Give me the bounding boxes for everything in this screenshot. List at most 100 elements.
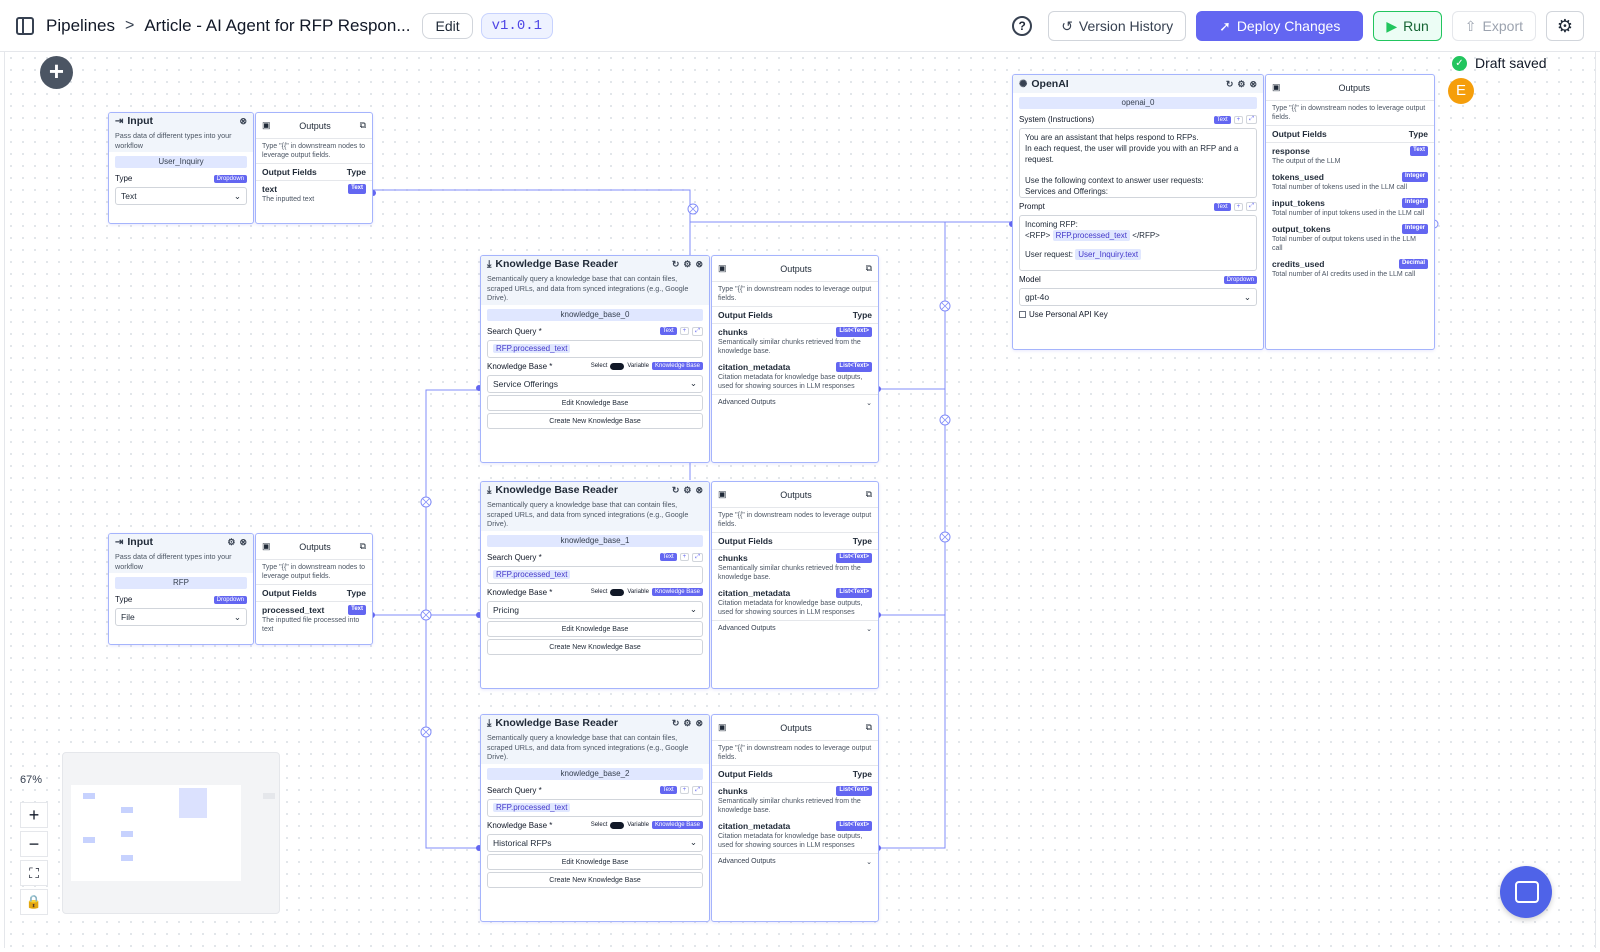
- external-link-icon[interactable]: ⧉: [866, 489, 872, 500]
- search-query-input[interactable]: RFP.processed_text: [487, 339, 703, 358]
- plus-icon[interactable]: +: [1233, 202, 1244, 211]
- advanced-outputs-toggle[interactable]: Advanced Outputs ⌄: [712, 853, 878, 870]
- select-variable-toggle[interactable]: [610, 362, 625, 370]
- node-id[interactable]: openai_0: [1019, 97, 1257, 109]
- expand-icon[interactable]: ⤢: [1246, 115, 1257, 124]
- system-instructions-input[interactable]: You are an assistant that helps respond …: [1019, 128, 1257, 198]
- openai-node[interactable]: ✺ OpenAI ↻ ⚙ ⊗ openai_0 System (Instructions…: [1012, 74, 1264, 350]
- refresh-icon[interactable]: ↻: [672, 718, 680, 729]
- close-icon[interactable]: ⊗: [239, 116, 247, 127]
- output-field-response: response Text The output of the LLM: [1266, 143, 1434, 169]
- panel-icon: ▣: [1272, 82, 1281, 92]
- close-icon[interactable]: ⊗: [239, 537, 247, 548]
- knowledge-base-select[interactable]: Pricing ⌄: [487, 600, 703, 619]
- lock-icon[interactable]: 🔒: [20, 889, 48, 915]
- settings-gear-icon[interactable]: ⚙: [1546, 11, 1584, 41]
- knowledge-base-reader-node[interactable]: ⤓ Knowledge Base Reader ↻ ⚙ ⊗ Semantically q…: [480, 481, 710, 689]
- gear-icon[interactable]: ⚙: [683, 485, 691, 496]
- gear-icon[interactable]: ⚙: [227, 537, 235, 548]
- history-icon: ↺: [1061, 17, 1073, 34]
- add-node-button[interactable]: +: [40, 56, 73, 89]
- advanced-outputs-toggle[interactable]: Advanced Outputs ⌄: [712, 620, 878, 637]
- download-icon: ⤓: [487, 717, 492, 729]
- gear-icon[interactable]: ⚙: [683, 259, 691, 270]
- edit-name-button[interactable]: Edit: [422, 12, 473, 39]
- search-query-input[interactable]: RFP.processed_text: [487, 798, 703, 817]
- breadcrumb-separator: >: [125, 16, 135, 34]
- external-link-icon[interactable]: ⧉: [360, 541, 366, 552]
- openai-icon: ✺: [1019, 78, 1028, 90]
- run-button[interactable]: ▶ Run: [1373, 11, 1442, 41]
- refresh-icon[interactable]: ↻: [672, 485, 680, 496]
- prompt-input[interactable]: Incoming RFP: <RFP> RFP.processed_text <…: [1019, 215, 1257, 271]
- chat-support-icon[interactable]: [1500, 866, 1552, 918]
- kb-outputs-panel: ▣ Outputs ⧉ Type "{{" in downstream nodes …: [711, 481, 879, 689]
- node-id[interactable]: knowledge_base_0: [487, 308, 703, 321]
- plus-icon[interactable]: +: [679, 786, 690, 794]
- close-icon[interactable]: ⊗: [695, 718, 703, 729]
- zoom-level: 67%: [20, 774, 43, 786]
- breadcrumb-pipelines[interactable]: Pipelines: [46, 16, 115, 36]
- select-variable-toggle[interactable]: [610, 588, 625, 596]
- expand-icon[interactable]: ⤢: [1246, 202, 1257, 211]
- external-link-icon[interactable]: ⧉: [866, 263, 872, 274]
- close-icon[interactable]: ⊗: [695, 485, 703, 496]
- expand-icon[interactable]: ⤢: [692, 326, 703, 336]
- minimap-node: [263, 793, 275, 799]
- create-knowledge-base-button[interactable]: Create New Knowledge Base: [487, 871, 703, 888]
- edit-knowledge-base-button[interactable]: Edit Knowledge Base: [487, 394, 703, 411]
- edit-knowledge-base-button[interactable]: Edit Knowledge Base: [487, 620, 703, 637]
- knowledge-base-reader-node[interactable]: ⤓ Knowledge Base Reader ↻ ⚙ ⊗ Semantically q…: [480, 714, 710, 922]
- node-id[interactable]: knowledge_base_2: [487, 767, 703, 780]
- chevron-down-icon: ⌄: [1243, 291, 1251, 302]
- chevron-down-icon: ⌄: [689, 378, 697, 388]
- plus-icon[interactable]: +: [679, 327, 690, 335]
- close-icon[interactable]: ⊗: [1249, 79, 1257, 90]
- outputs-panel-rfp: ▣ Outputs ⧉ Type "{{" in downstream nodes …: [255, 533, 373, 645]
- chevron-down-icon: ⌄: [866, 400, 872, 407]
- node-id[interactable]: User_Inquiry: [115, 156, 247, 168]
- output-field-tokens-used: tokens_used Integer Total number of tokens…: [1266, 169, 1434, 195]
- gear-icon[interactable]: ⚙: [1237, 79, 1245, 90]
- close-icon[interactable]: ⊗: [695, 259, 703, 270]
- help-icon[interactable]: ?: [1012, 16, 1033, 36]
- panel-icon: ▣: [718, 722, 727, 732]
- refresh-icon[interactable]: ↻: [1226, 79, 1234, 90]
- advanced-outputs-toggle[interactable]: Advanced Outputs ⌄: [712, 394, 878, 411]
- type-select[interactable]: File ⌄: [115, 608, 247, 626]
- create-knowledge-base-button[interactable]: Create New Knowledge Base: [487, 412, 703, 429]
- type-select[interactable]: Text ⌄: [115, 187, 247, 205]
- zoom-in-button[interactable]: +: [20, 802, 48, 828]
- create-knowledge-base-button[interactable]: Create New Knowledge Base: [487, 638, 703, 655]
- node-id[interactable]: RFP: [115, 577, 247, 589]
- zoom-out-button[interactable]: −: [20, 831, 48, 857]
- gear-icon[interactable]: ⚙: [683, 718, 691, 729]
- minimap[interactable]: [62, 752, 280, 914]
- plus-icon[interactable]: +: [679, 553, 690, 561]
- personal-key-checkbox[interactable]: [1019, 311, 1026, 318]
- node-id[interactable]: knowledge_base_1: [487, 534, 703, 547]
- minimap-node: [179, 788, 207, 818]
- deploy-changes-button[interactable]: ➚ Deploy Changes: [1196, 11, 1364, 41]
- version-history-button[interactable]: ↺ Version History: [1048, 11, 1187, 41]
- input-node-user-inquiry[interactable]: ⇥ Input ⊗ Pass data of different types int…: [108, 112, 254, 224]
- fit-view-icon[interactable]: ⛶: [20, 860, 48, 886]
- knowledge-base-select[interactable]: Service Offerings ⌄: [487, 374, 703, 393]
- input-node-rfp[interactable]: ⇥ Input ⚙ ⊗ Pass data of different types in…: [108, 533, 254, 645]
- sidebar-toggle-icon[interactable]: [16, 16, 34, 35]
- select-variable-toggle[interactable]: [610, 821, 625, 829]
- expand-icon[interactable]: ⤢: [692, 552, 703, 562]
- avatar[interactable]: E: [1448, 78, 1474, 104]
- expand-icon[interactable]: ⤢: [692, 785, 703, 795]
- export-button[interactable]: ⇧ Export: [1451, 11, 1536, 41]
- search-query-input[interactable]: RFP.processed_text: [487, 565, 703, 584]
- edit-knowledge-base-button[interactable]: Edit Knowledge Base: [487, 853, 703, 870]
- version-badge[interactable]: v1.0.1: [480, 12, 554, 39]
- model-select[interactable]: gpt-4o ⌄: [1019, 288, 1257, 306]
- refresh-icon[interactable]: ↻: [672, 259, 680, 270]
- plus-icon[interactable]: +: [1233, 115, 1244, 124]
- knowledge-base-reader-node[interactable]: ⤓ Knowledge Base Reader ↻ ⚙ ⊗ Semantically q…: [480, 255, 710, 463]
- external-link-icon[interactable]: ⧉: [360, 120, 366, 131]
- knowledge-base-select[interactable]: Historical RFPs ⌄: [487, 833, 703, 852]
- external-link-icon[interactable]: ⧉: [866, 722, 872, 733]
